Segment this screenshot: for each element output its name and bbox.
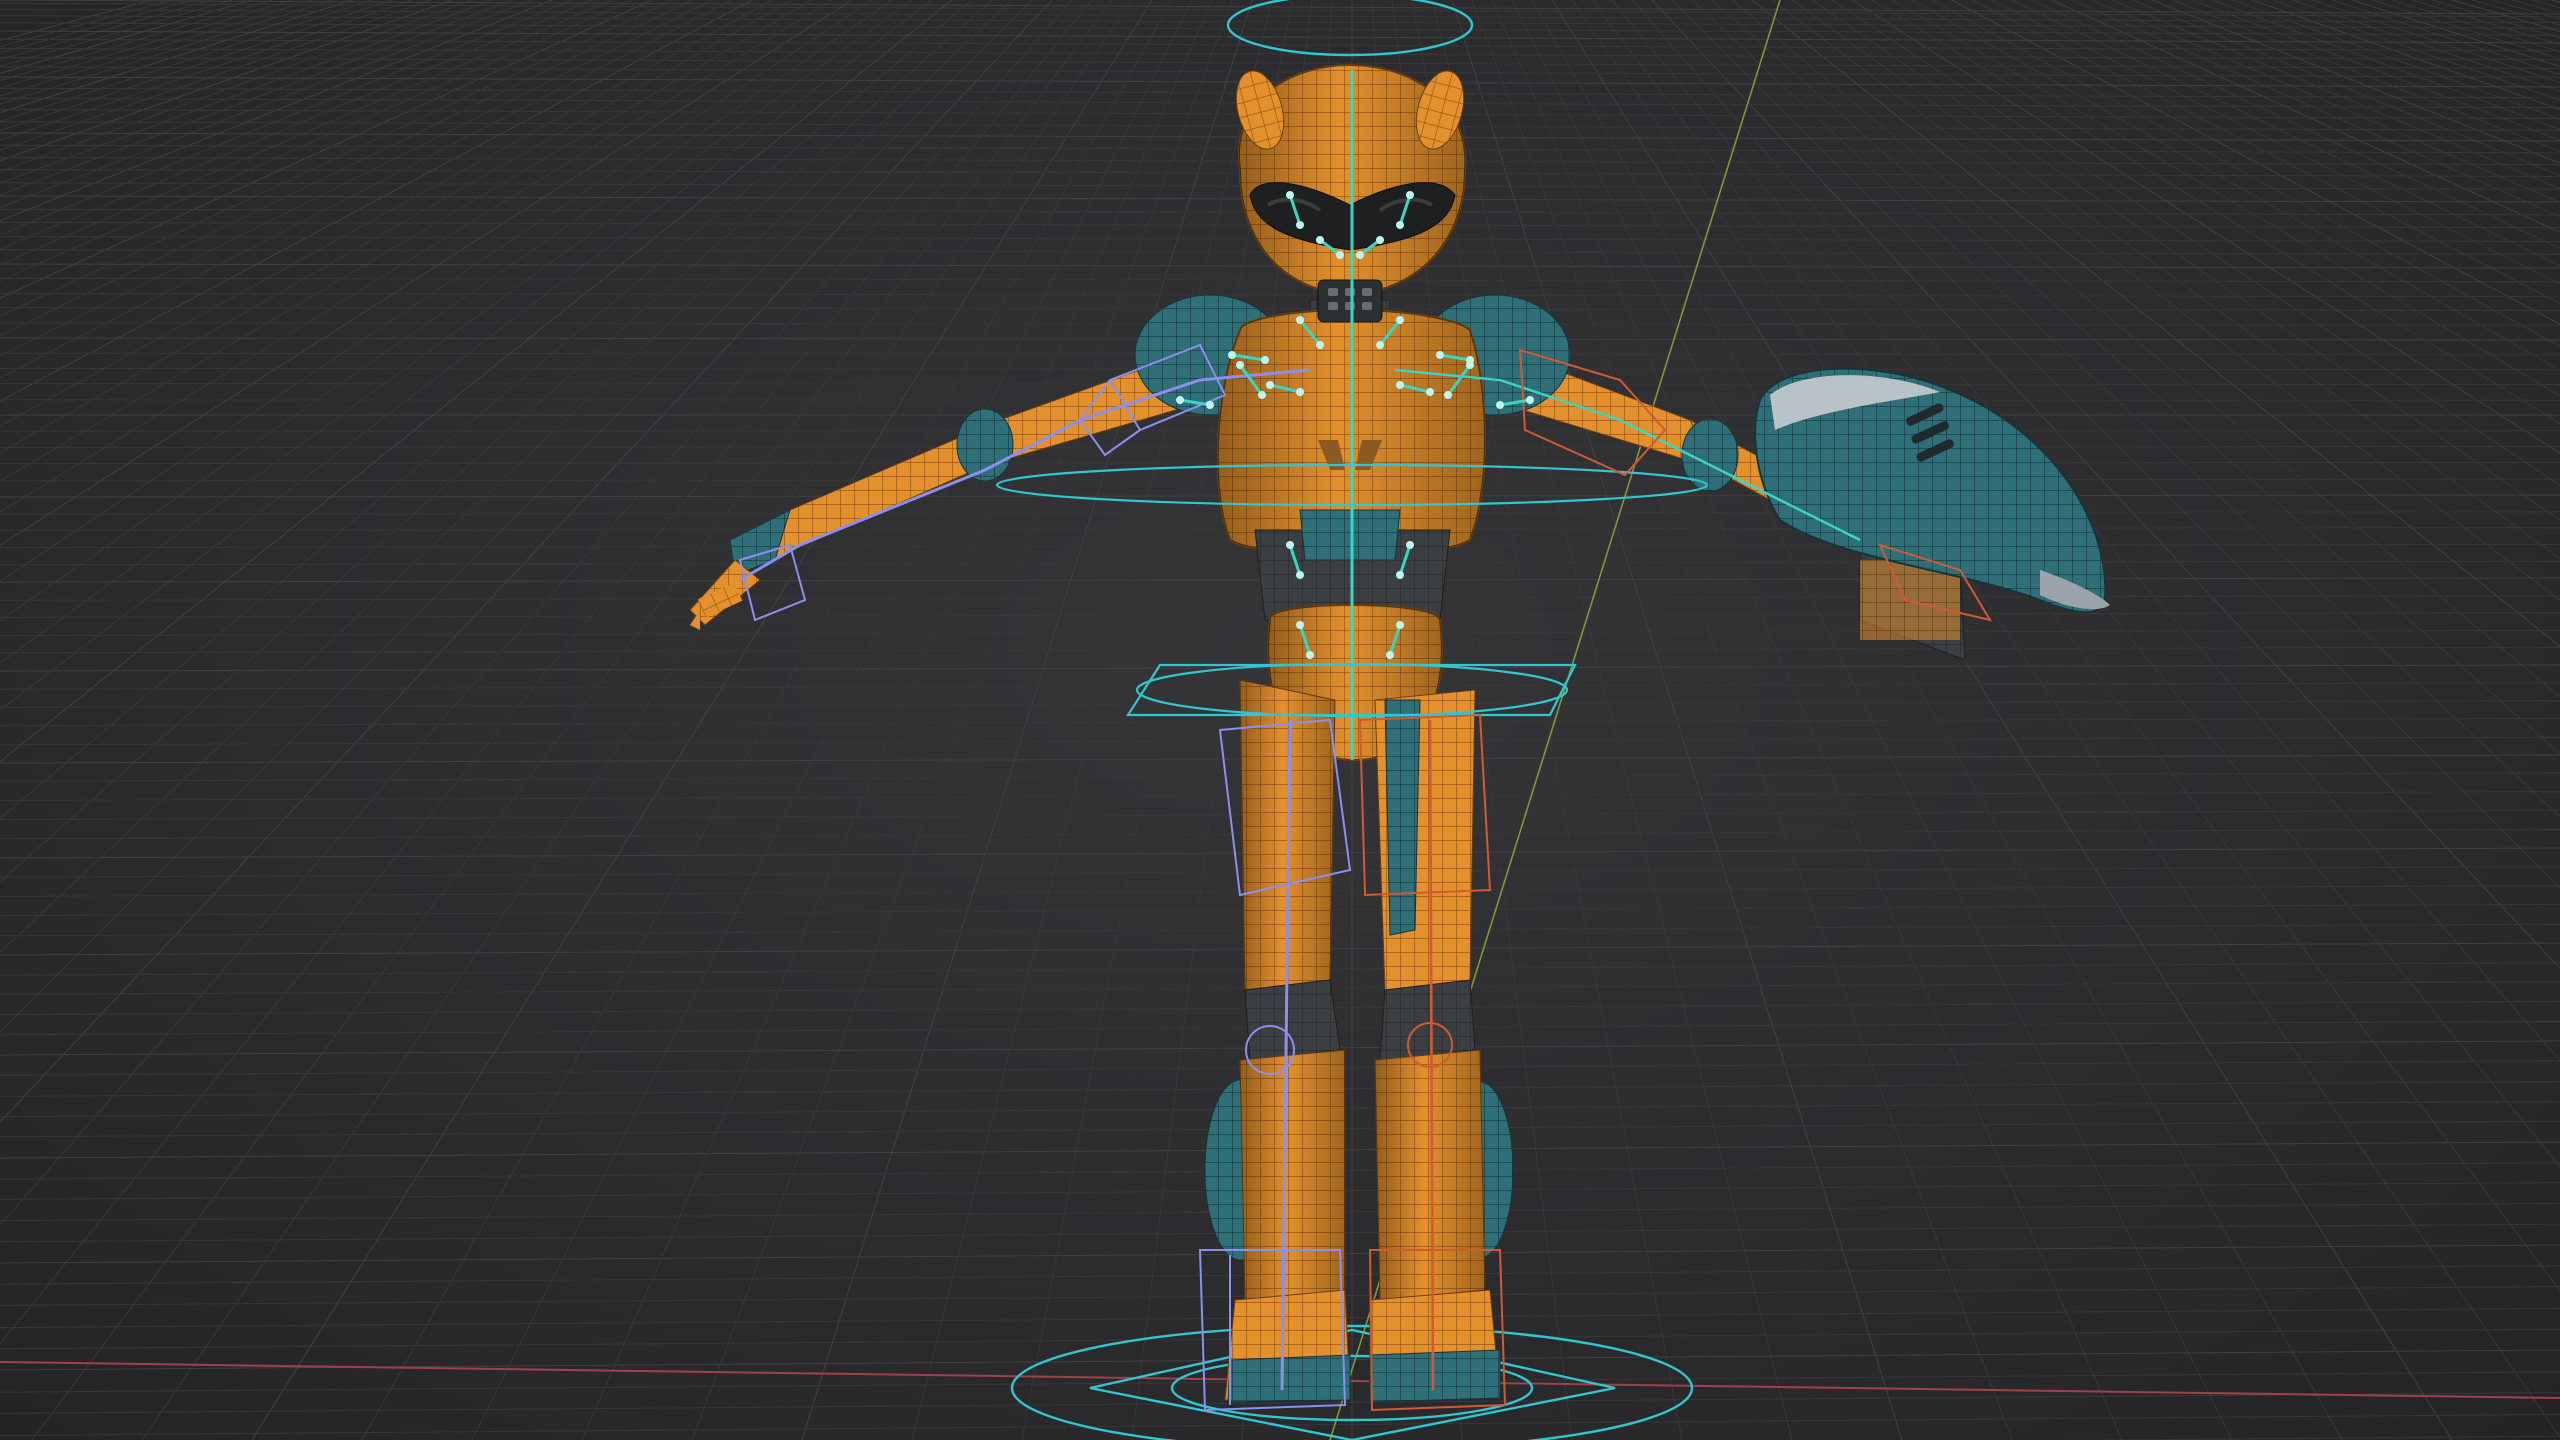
bone-joint[interactable]	[1228, 351, 1236, 359]
bone-joint[interactable]	[1261, 356, 1269, 364]
bone-joint[interactable]	[1306, 651, 1314, 659]
grid-line	[2211, 0, 2560, 131]
grid-line	[0, 0, 273, 82]
grid-line	[0, 0, 433, 151]
bone-joint[interactable]	[1386, 651, 1394, 659]
grid-line	[0, 0, 393, 132]
grid-line	[0, 0, 893, 622]
grid-line	[0, 0, 953, 763]
bone-joint[interactable]	[1258, 391, 1266, 399]
grid-line	[0, 0, 793, 454]
grid-line	[0, 0, 593, 250]
bone-joint[interactable]	[1296, 221, 1304, 229]
grid-line	[0, 0, 713, 357]
grid-line	[0, 0, 453, 162]
bone-joint[interactable]	[1376, 341, 1384, 349]
grid-line	[141, 0, 1133, 1440]
bone-joint[interactable]	[1526, 396, 1534, 404]
grid-line	[2251, 0, 2560, 111]
grid-line	[0, 0, 233, 67]
grid-line	[0, 0, 633, 282]
bone-joint[interactable]	[1396, 381, 1404, 389]
bone-joint[interactable]	[1316, 236, 1324, 244]
grid-line	[0, 0, 2560, 15]
grid-line	[0, 8, 2560, 24]
grid-line	[0, 0, 1053, 1123]
grid-line	[0, 0, 873, 582]
grid-line	[2171, 0, 2560, 152]
grid-line	[0, 0, 913, 664]
grid-line	[0, 0, 373, 122]
bone-joint[interactable]	[1296, 571, 1304, 579]
grid-line	[0, 0, 333, 105]
grid-line	[0, 0, 193, 54]
bone-joint[interactable]	[1444, 391, 1452, 399]
grid-line	[251, 0, 1153, 1440]
grid-line	[0, 0, 813, 482]
bone-joint[interactable]	[1176, 396, 1184, 404]
bone-joint[interactable]	[1296, 388, 1304, 396]
grid-line	[0, 0, 1013, 954]
bone-joint[interactable]	[1376, 236, 1384, 244]
bone-joint[interactable]	[1406, 541, 1414, 549]
grid-line	[2111, 0, 2560, 190]
head[interactable]	[1228, 63, 1471, 323]
grid-line	[0, 0, 613, 266]
grid-line	[0, 22, 2560, 36]
bone-joint[interactable]	[1496, 401, 1504, 409]
grid-line	[0, 0, 1073, 1226]
grid-line	[0, 0, 833, 513]
bone-joint[interactable]	[1296, 316, 1304, 324]
bone-joint[interactable]	[1296, 621, 1304, 629]
grid-line	[801, 0, 1253, 1440]
bone-joint[interactable]	[1396, 621, 1404, 629]
bone-joint[interactable]	[1286, 191, 1294, 199]
grid-line	[0, 0, 253, 74]
bone-joint[interactable]	[1336, 251, 1344, 259]
bone-joint[interactable]	[1436, 351, 1444, 359]
3d-viewport[interactable]	[0, 0, 2560, 1440]
grid-line	[2050, 1435, 2560, 1440]
grid-line	[2131, 0, 2560, 177]
bone-joint[interactable]	[1206, 401, 1214, 409]
bone-joint[interactable]	[1266, 381, 1274, 389]
grid-line	[0, 0, 853, 546]
bone-joint[interactable]	[1286, 541, 1294, 549]
grid-line	[0, 0, 673, 317]
grid-line	[0, 0, 773, 427]
grid-line	[0, 292, 2560, 298]
grid-line	[471, 0, 1193, 1440]
grid-line	[0, 0, 153, 42]
grid-line	[0, 0, 413, 141]
bone-joint[interactable]	[1466, 361, 1474, 369]
grid-line	[0, 0, 1033, 1033]
grid-line	[0, 0, 473, 173]
grid-line	[0, 66, 2560, 78]
grid-line	[0, 0, 993, 883]
grid-line	[0, 0, 933, 711]
bone-joint[interactable]	[1316, 341, 1324, 349]
bone-joint[interactable]	[1396, 316, 1404, 324]
grid-line	[691, 0, 1233, 1440]
grid-line	[2191, 0, 2560, 141]
grid-line	[0, 0, 513, 196]
bone-joint[interactable]	[1356, 251, 1364, 259]
grid-line	[0, 0, 1093, 1345]
bone-joint[interactable]	[1396, 571, 1404, 579]
bone-joint[interactable]	[1396, 221, 1404, 229]
bone-joint[interactable]	[1406, 191, 1414, 199]
mouth-grille	[1317, 279, 1383, 323]
grid-line	[581, 0, 1213, 1440]
grid-line	[0, 0, 573, 236]
grid-line	[361, 0, 1173, 1440]
grid-line	[0, 0, 733, 379]
grid-line	[0, 0, 553, 222]
grid-line	[2231, 0, 2560, 120]
bone-joint[interactable]	[1236, 361, 1244, 369]
bone-joint[interactable]	[1426, 388, 1434, 396]
grid-line	[31, 0, 1113, 1440]
